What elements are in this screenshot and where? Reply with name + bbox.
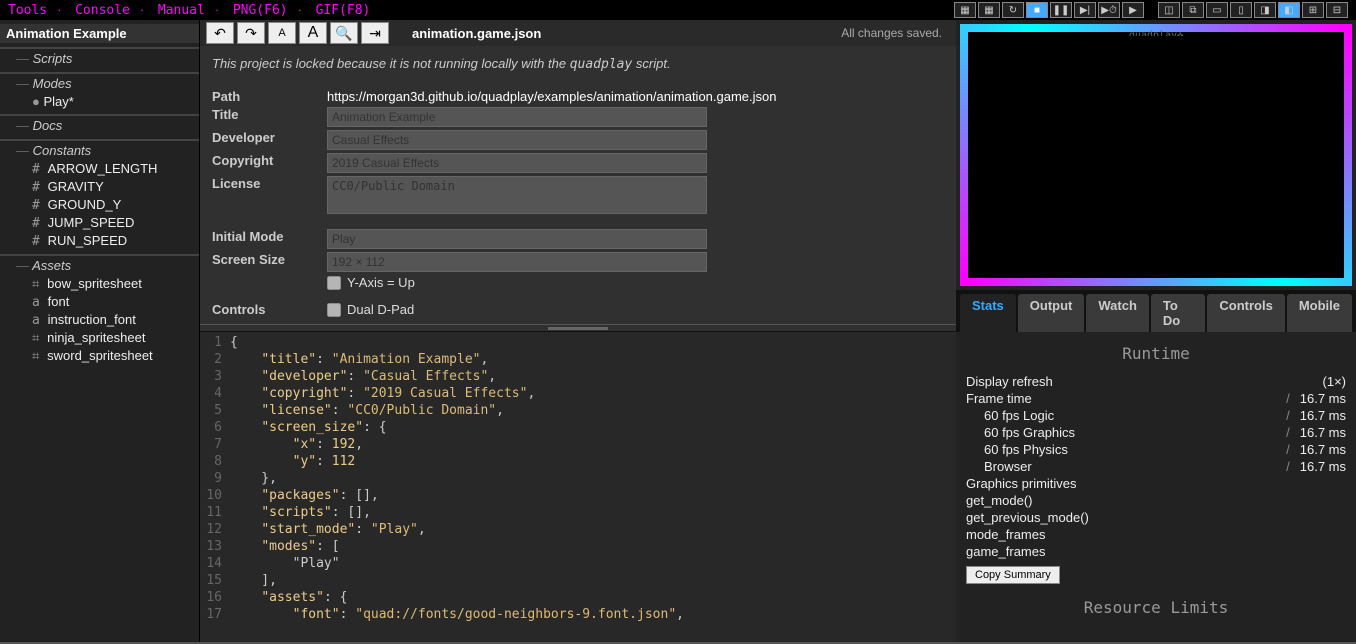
layout4-icon[interactable]: ▯ — [1230, 2, 1252, 18]
copy-summary-button[interactable]: Copy Summary — [966, 566, 1060, 584]
editor-toolbar: ↶ ↷ A A 🔍 ⇥ animation.game.json All chan… — [200, 20, 956, 46]
menu-manual[interactable]: Manual — [158, 3, 205, 18]
tree-item[interactable]: GROUND_Y — [0, 196, 199, 214]
copyright-field[interactable] — [327, 153, 707, 173]
top-menubar: Tools· Console· Manual· PNG(F6)· GIF(F8)… — [0, 0, 1356, 20]
developer-field[interactable] — [327, 130, 707, 150]
font-small-icon[interactable]: A — [268, 22, 296, 44]
tree-docs[interactable]: Docs — [0, 114, 199, 135]
layout7-icon[interactable]: ⊞ — [1302, 2, 1324, 18]
layout6-icon[interactable]: ◧ — [1278, 2, 1300, 18]
grid-icon[interactable]: ▦ — [954, 2, 976, 18]
play-icon[interactable]: ▶ — [1122, 2, 1144, 18]
initial-mode-field[interactable] — [327, 229, 707, 249]
tree-item[interactable]: RUN_SPEED — [0, 232, 199, 250]
grid2-icon[interactable]: ▦ — [978, 2, 1000, 18]
redo-icon[interactable]: ↷ — [237, 22, 265, 44]
tree-constants[interactable]: Constants — [0, 139, 199, 160]
filename: animation.game.json — [412, 26, 541, 41]
tree-scripts[interactable]: Scripts — [0, 47, 199, 68]
menu-console[interactable]: Console — [75, 3, 130, 18]
tree-item[interactable]: ninja_spritesheet — [0, 329, 199, 347]
tree-item[interactable]: Play* — [0, 93, 199, 110]
locked-message: This project is locked because it is not… — [200, 46, 956, 82]
tab-output[interactable]: Output — [1018, 294, 1085, 332]
license-field[interactable] — [327, 176, 707, 214]
tree-item[interactable]: GRAVITY — [0, 178, 199, 196]
project-form: Pathhttps://morgan3d.github.io/quadplay/… — [200, 82, 956, 324]
undo-icon[interactable]: ↶ — [206, 22, 234, 44]
tab-mobile[interactable]: Mobile — [1287, 294, 1352, 332]
tab-stats[interactable]: Stats — [960, 294, 1016, 332]
search-icon[interactable]: 🔍 — [330, 22, 358, 44]
menu-png[interactable]: PNG(F6) — [233, 3, 288, 18]
tree-item[interactable]: bow_spritesheet — [0, 275, 199, 293]
layout8-icon[interactable]: ⊟ — [1326, 2, 1348, 18]
path-value: https://morgan3d.github.io/quadplay/exam… — [327, 89, 707, 104]
dpad-checkbox[interactable] — [327, 303, 341, 317]
stats-panel: Runtime Display refresh(1×) Frame time/1… — [956, 332, 1356, 644]
preview-pane: quadplay✜ — [956, 20, 1356, 290]
project-title: Animation Example — [0, 24, 199, 43]
tab-todo[interactable]: To Do — [1151, 294, 1205, 332]
tree-item[interactable]: sword_spritesheet — [0, 347, 199, 365]
yaxis-checkbox[interactable] — [327, 276, 341, 290]
pause-icon[interactable]: ❚❚ — [1050, 2, 1072, 18]
project-tree: Animation Example Scripts Modes Play* Do… — [0, 20, 200, 644]
limits-heading: Resource Limits — [966, 598, 1346, 617]
tab-controls[interactable]: Controls — [1207, 294, 1284, 332]
stats-tabs: Stats Output Watch To Do Controls Mobile — [956, 290, 1356, 332]
layout1-icon[interactable]: ◫ — [1158, 2, 1180, 18]
slow-icon[interactable]: ▶⏱ — [1098, 2, 1120, 18]
stop-icon[interactable]: ■ — [1026, 2, 1048, 18]
runtime-heading: Runtime — [966, 344, 1346, 363]
layout3-icon[interactable]: ▭ — [1206, 2, 1228, 18]
reload-icon[interactable]: ↻ — [1002, 2, 1024, 18]
goto-icon[interactable]: ⇥ — [361, 22, 389, 44]
step-icon[interactable]: ▶| — [1074, 2, 1096, 18]
tree-item[interactable]: instruction_font — [0, 311, 199, 329]
splitter[interactable] — [200, 324, 956, 332]
menu-gif[interactable]: GIF(F8) — [316, 3, 371, 18]
tab-watch[interactable]: Watch — [1086, 294, 1149, 332]
tree-item[interactable]: JUMP_SPEED — [0, 214, 199, 232]
screen-size-field[interactable] — [327, 252, 707, 272]
code-editor[interactable]: 1234567891011121314151617 { "title": "An… — [200, 332, 956, 644]
menu-tools[interactable]: Tools — [8, 3, 47, 18]
tree-item[interactable]: font — [0, 293, 199, 311]
layout2-icon[interactable]: ⧉ — [1182, 2, 1204, 18]
font-large-icon[interactable]: A — [299, 22, 327, 44]
tree-modes[interactable]: Modes — [0, 72, 199, 93]
tree-item[interactable]: ARROW_LENGTH — [0, 160, 199, 178]
title-field[interactable] — [327, 107, 707, 127]
tree-assets[interactable]: Assets — [0, 254, 199, 275]
layout5-icon[interactable]: ◨ — [1254, 2, 1276, 18]
save-status: All changes saved. — [841, 26, 950, 40]
